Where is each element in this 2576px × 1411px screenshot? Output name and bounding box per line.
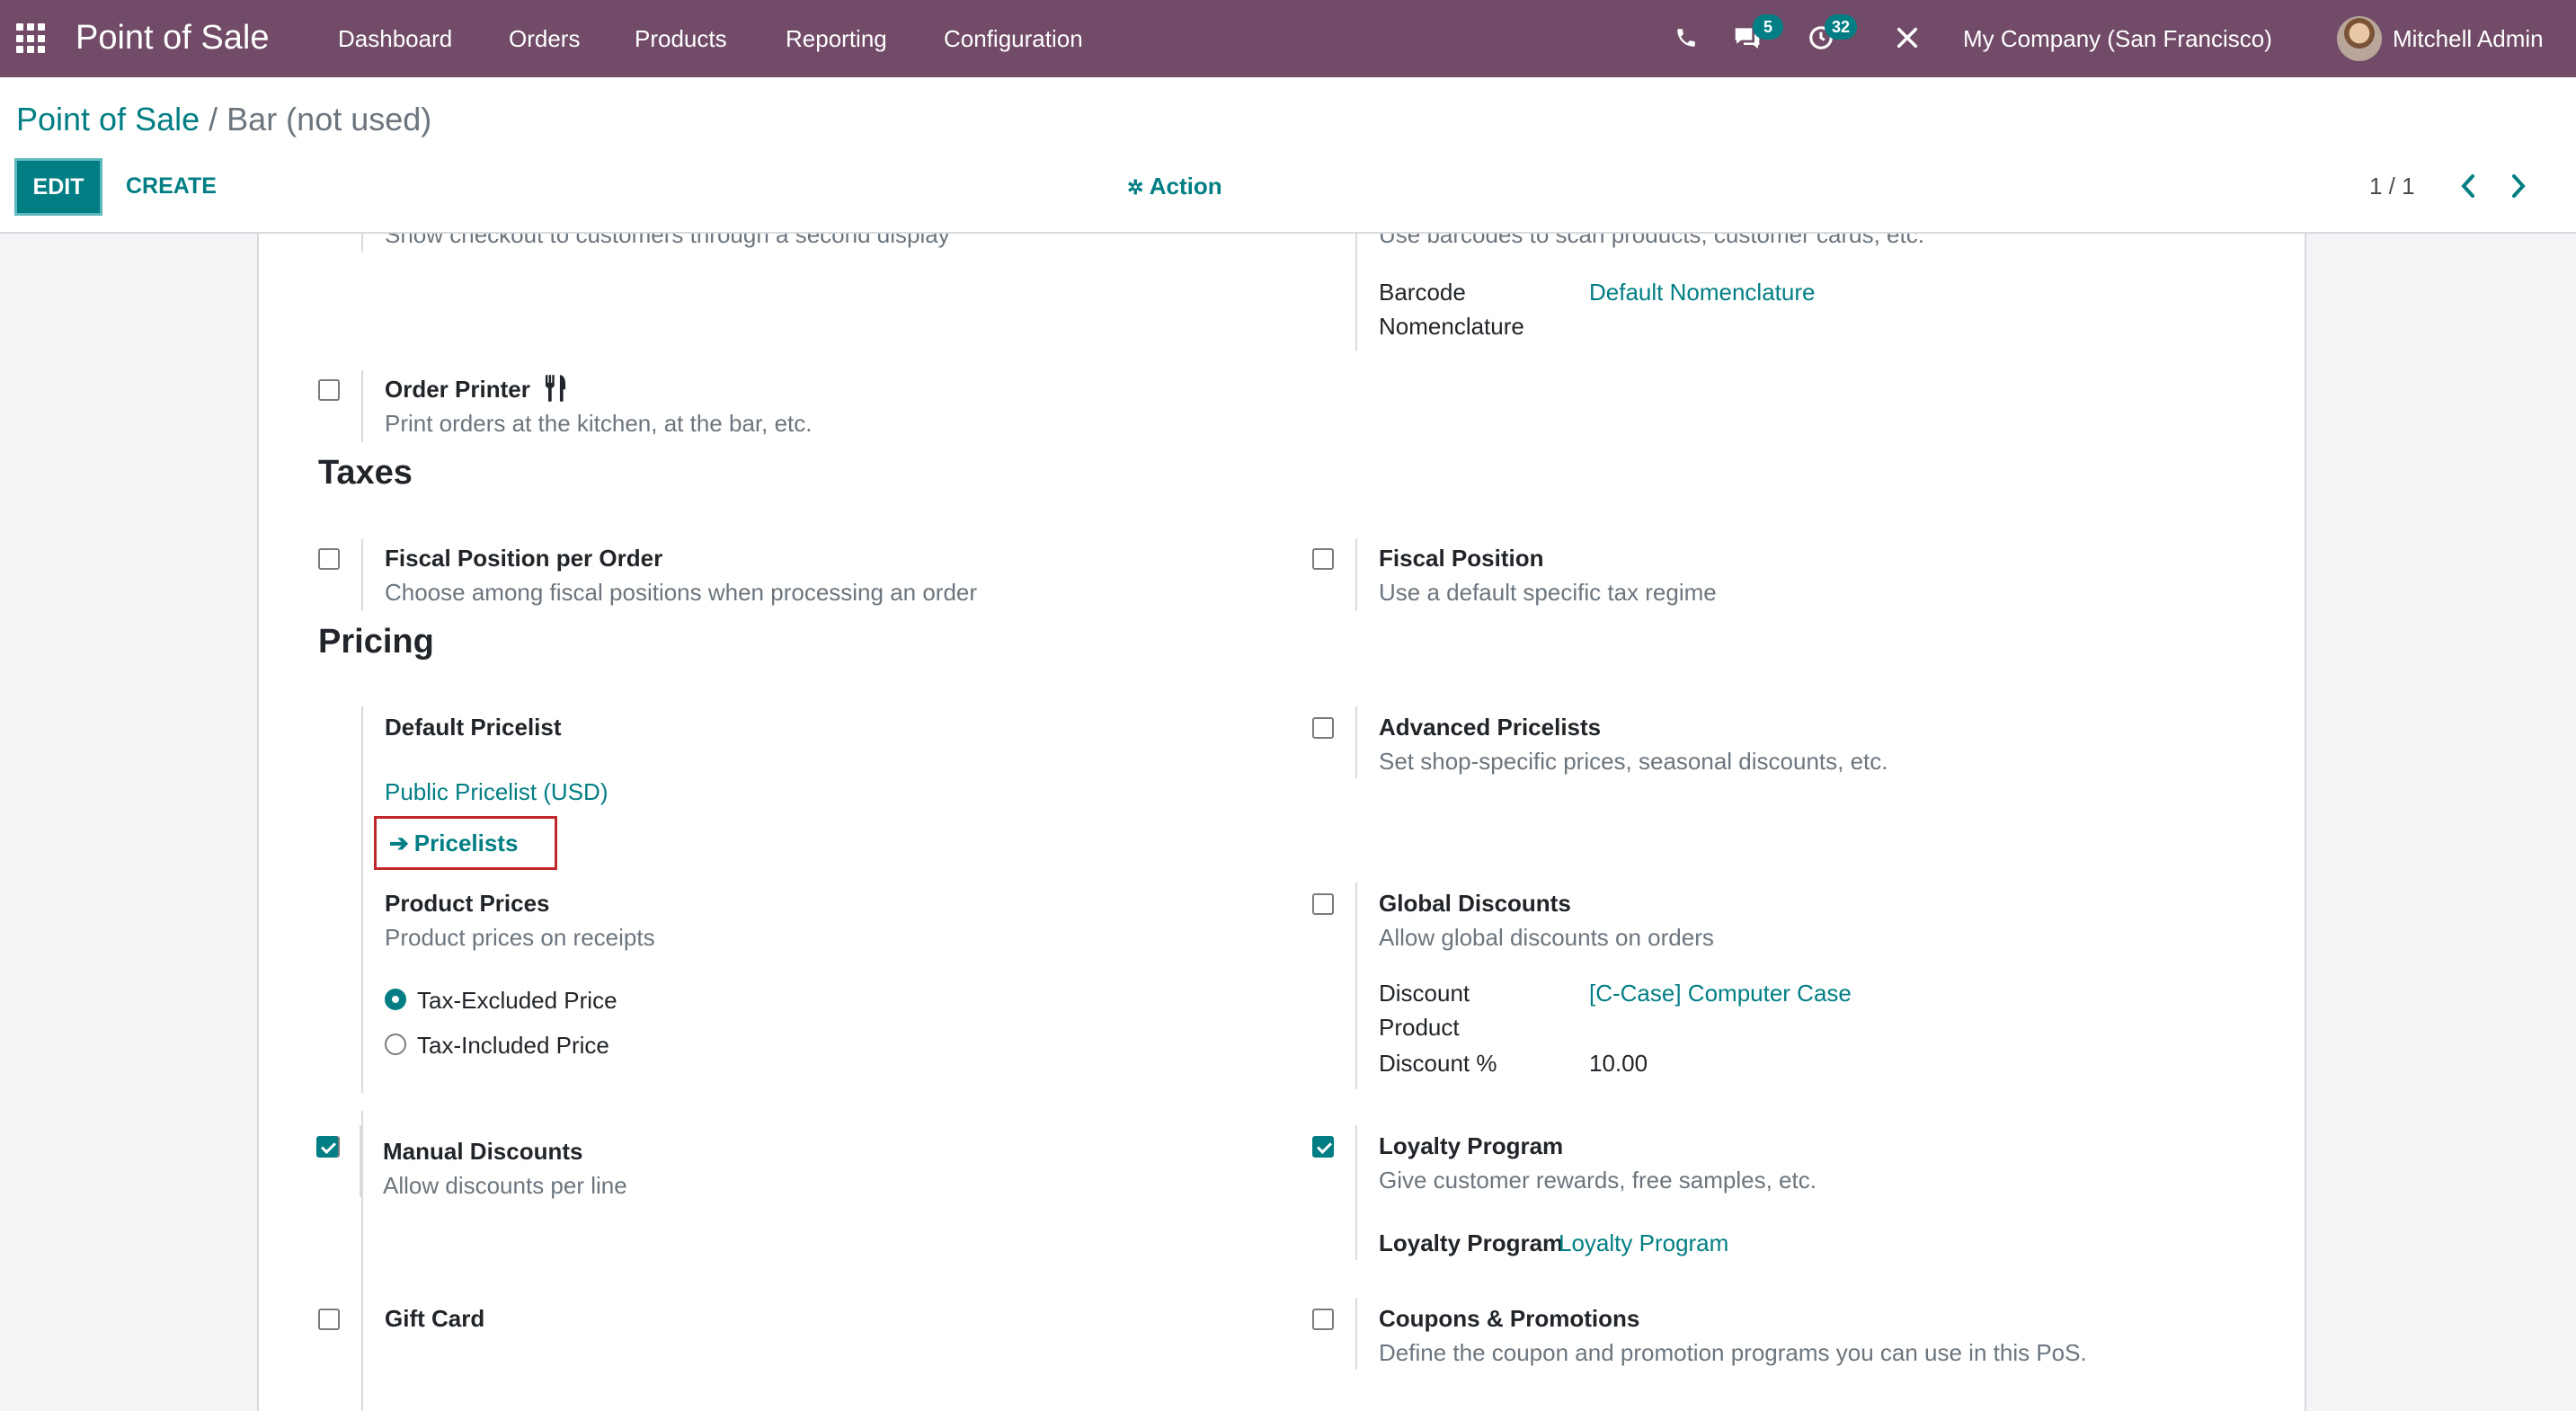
product-prices-desc: Product prices on receipts	[385, 924, 655, 951]
setting-divider	[361, 1298, 363, 1411]
fork-knife-icon	[545, 375, 566, 402]
setting-divider	[1355, 1298, 1357, 1370]
fiscal-position-desc: Use a default specific tax regime	[1379, 579, 1717, 606]
order-printer-desc: Print orders at the kitchen, at the bar,…	[385, 410, 813, 437]
setting-divider	[361, 706, 363, 1093]
top-navbar: Point of Sale Dashboard Orders Products …	[0, 0, 2576, 77]
discount-percent-label: Discount %	[1379, 1050, 1497, 1077]
setting-divider	[1355, 539, 1357, 611]
discount-product-label: Discount Product	[1379, 980, 1470, 1041]
global-discounts-desc: Allow global discounts on orders	[1379, 924, 1714, 951]
manual-discounts-checkbox[interactable]	[316, 1136, 338, 1158]
setting-divider	[361, 370, 363, 442]
create-button[interactable]: CREATE	[126, 171, 217, 201]
control-panel: Point of Sale / Bar (not used) EDIT CREA…	[0, 77, 2576, 234]
action-menu-button[interactable]: ✲ Action	[1127, 171, 1222, 203]
tax-excluded-label[interactable]: Tax-Excluded Price	[417, 985, 617, 1016]
setting-divider	[1355, 1125, 1357, 1260]
tax-included-label[interactable]: Tax-Included Price	[417, 1030, 609, 1060]
messages-badge: 5	[1753, 14, 1783, 40]
activities-badge: 32	[1824, 14, 1857, 40]
pager-previous-button[interactable]	[2452, 165, 2484, 205]
chevron-left-icon	[2461, 174, 2474, 198]
setting-divider	[1355, 234, 1357, 351]
pricelists-link-label: Pricelists	[413, 829, 519, 856]
default-pricelist-label: Default Pricelist	[385, 714, 562, 741]
breadcrumb-root-link[interactable]: Point of Sale	[16, 101, 200, 138]
product-prices-label: Product Prices	[385, 890, 550, 917]
fiscal-position-per-order-desc: Choose among fiscal positions when proce…	[385, 579, 978, 606]
manual-discounts-desc: Allow discounts per line	[383, 1172, 627, 1199]
loyalty-program-checkbox[interactable]	[1312, 1136, 1334, 1158]
breadcrumb-separator: /	[200, 101, 227, 138]
menu-reporting[interactable]: Reporting	[786, 23, 887, 54]
chevron-right-icon	[2512, 174, 2526, 198]
manual-discounts-label: Manual Discounts	[383, 1138, 583, 1165]
setting-divider	[361, 234, 363, 252]
phone-icon[interactable]	[1670, 22, 1702, 54]
gear-icon: ✲	[1127, 176, 1144, 199]
default-pricelist-value[interactable]: Public Pricelist (USD)	[385, 775, 608, 809]
discount-percent-value: 10.00	[1589, 1050, 1648, 1077]
fiscal-position-per-order-checkbox[interactable]	[318, 548, 340, 570]
coupons-promotions-desc: Define the coupon and promotion programs…	[1379, 1339, 2087, 1366]
fiscal-position-checkbox[interactable]	[1312, 548, 1334, 570]
edit-button[interactable]: EDIT	[14, 158, 102, 216]
loyalty-program-label: Loyalty Program	[1379, 1132, 1564, 1159]
menu-products[interactable]: Products	[635, 23, 727, 54]
loyalty-program-field-label: Loyalty Program	[1379, 1229, 1564, 1256]
company-switcher[interactable]: My Company (San Francisco)	[1963, 23, 2272, 54]
menu-configuration[interactable]: Configuration	[944, 23, 1083, 54]
customer-display-desc: Show checkout to customers through a sec…	[385, 234, 950, 248]
setting-divider	[1355, 883, 1357, 1089]
loyalty-program-field-value[interactable]: Loyalty Program	[1559, 1226, 1728, 1260]
setting-divider	[1355, 706, 1357, 778]
tools-icon[interactable]	[1891, 22, 1923, 54]
gift-card-label: Gift Card	[385, 1305, 485, 1332]
pager-value[interactable]: 1 / 1	[2369, 171, 2415, 201]
pricing-section-title: Pricing	[318, 623, 434, 661]
gift-card-checkbox[interactable]	[318, 1309, 340, 1330]
menu-orders[interactable]: Orders	[509, 23, 580, 54]
global-discounts-label: Global Discounts	[1379, 890, 1571, 917]
tax-included-radio[interactable]	[385, 1034, 406, 1055]
fiscal-position-label: Fiscal Position	[1379, 545, 1544, 572]
barcode-scanner-desc: Use barcodes to scan products, customer …	[1379, 234, 1924, 248]
user-avatar[interactable]	[2337, 16, 2382, 61]
global-discounts-checkbox[interactable]	[1312, 893, 1334, 915]
advanced-pricelists-checkbox[interactable]	[1312, 717, 1334, 739]
discount-product-value[interactable]: [C-Case] Computer Case	[1589, 976, 1852, 1010]
pricelists-link-button[interactable]: ➔ Pricelists	[374, 816, 557, 870]
breadcrumb: Point of Sale / Bar (not used)	[16, 99, 431, 140]
advanced-pricelists-label: Advanced Pricelists	[1379, 714, 1602, 741]
menu-dashboard[interactable]: Dashboard	[338, 23, 452, 54]
order-printer-label: Order Printer	[385, 374, 569, 404]
clock-icon[interactable]: 32	[1805, 14, 1857, 54]
coupons-promotions-label: Coupons & Promotions	[1379, 1305, 1640, 1332]
chat-icon[interactable]: 5	[1731, 14, 1783, 54]
taxes-section-title: Taxes	[318, 454, 413, 492]
setting-divider	[361, 1111, 363, 1300]
barcode-nomenclature-value[interactable]: Default Nomenclature	[1589, 275, 1815, 309]
settings-sheet: Show checkout to customers through a sec…	[257, 234, 2306, 1411]
loyalty-program-desc: Give customer rewards, free samples, etc…	[1379, 1167, 1817, 1194]
action-menu-label: Action	[1149, 173, 1222, 200]
user-menu[interactable]: Mitchell Admin	[2393, 23, 2544, 54]
setting-divider	[360, 1125, 361, 1197]
advanced-pricelists-desc: Set shop-specific prices, seasonal disco…	[1379, 748, 1888, 775]
coupons-promotions-checkbox[interactable]	[1312, 1309, 1334, 1330]
app-title[interactable]: Point of Sale	[76, 16, 269, 59]
order-printer-checkbox[interactable]	[318, 379, 340, 401]
tax-excluded-radio[interactable]	[385, 989, 406, 1010]
apps-grid-icon[interactable]	[16, 23, 47, 54]
barcode-nomenclature-label: Barcode Nomenclature	[1379, 279, 1524, 340]
arrow-right-icon: ➔	[389, 829, 409, 856]
fiscal-position-per-order-label: Fiscal Position per Order	[385, 545, 663, 572]
pager-next-button[interactable]	[2502, 165, 2535, 205]
setting-divider	[361, 539, 363, 611]
breadcrumb-current: Bar (not used)	[227, 101, 432, 138]
